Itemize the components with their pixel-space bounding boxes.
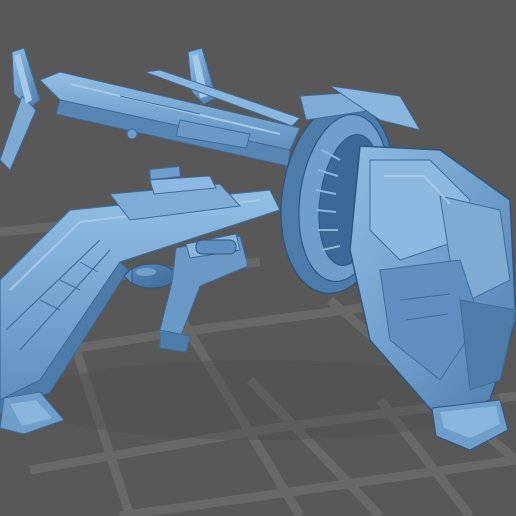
viewport-canvas[interactable] [0,0,516,516]
3d-viewport[interactable] [0,0,516,516]
missile-pod [123,263,177,289]
